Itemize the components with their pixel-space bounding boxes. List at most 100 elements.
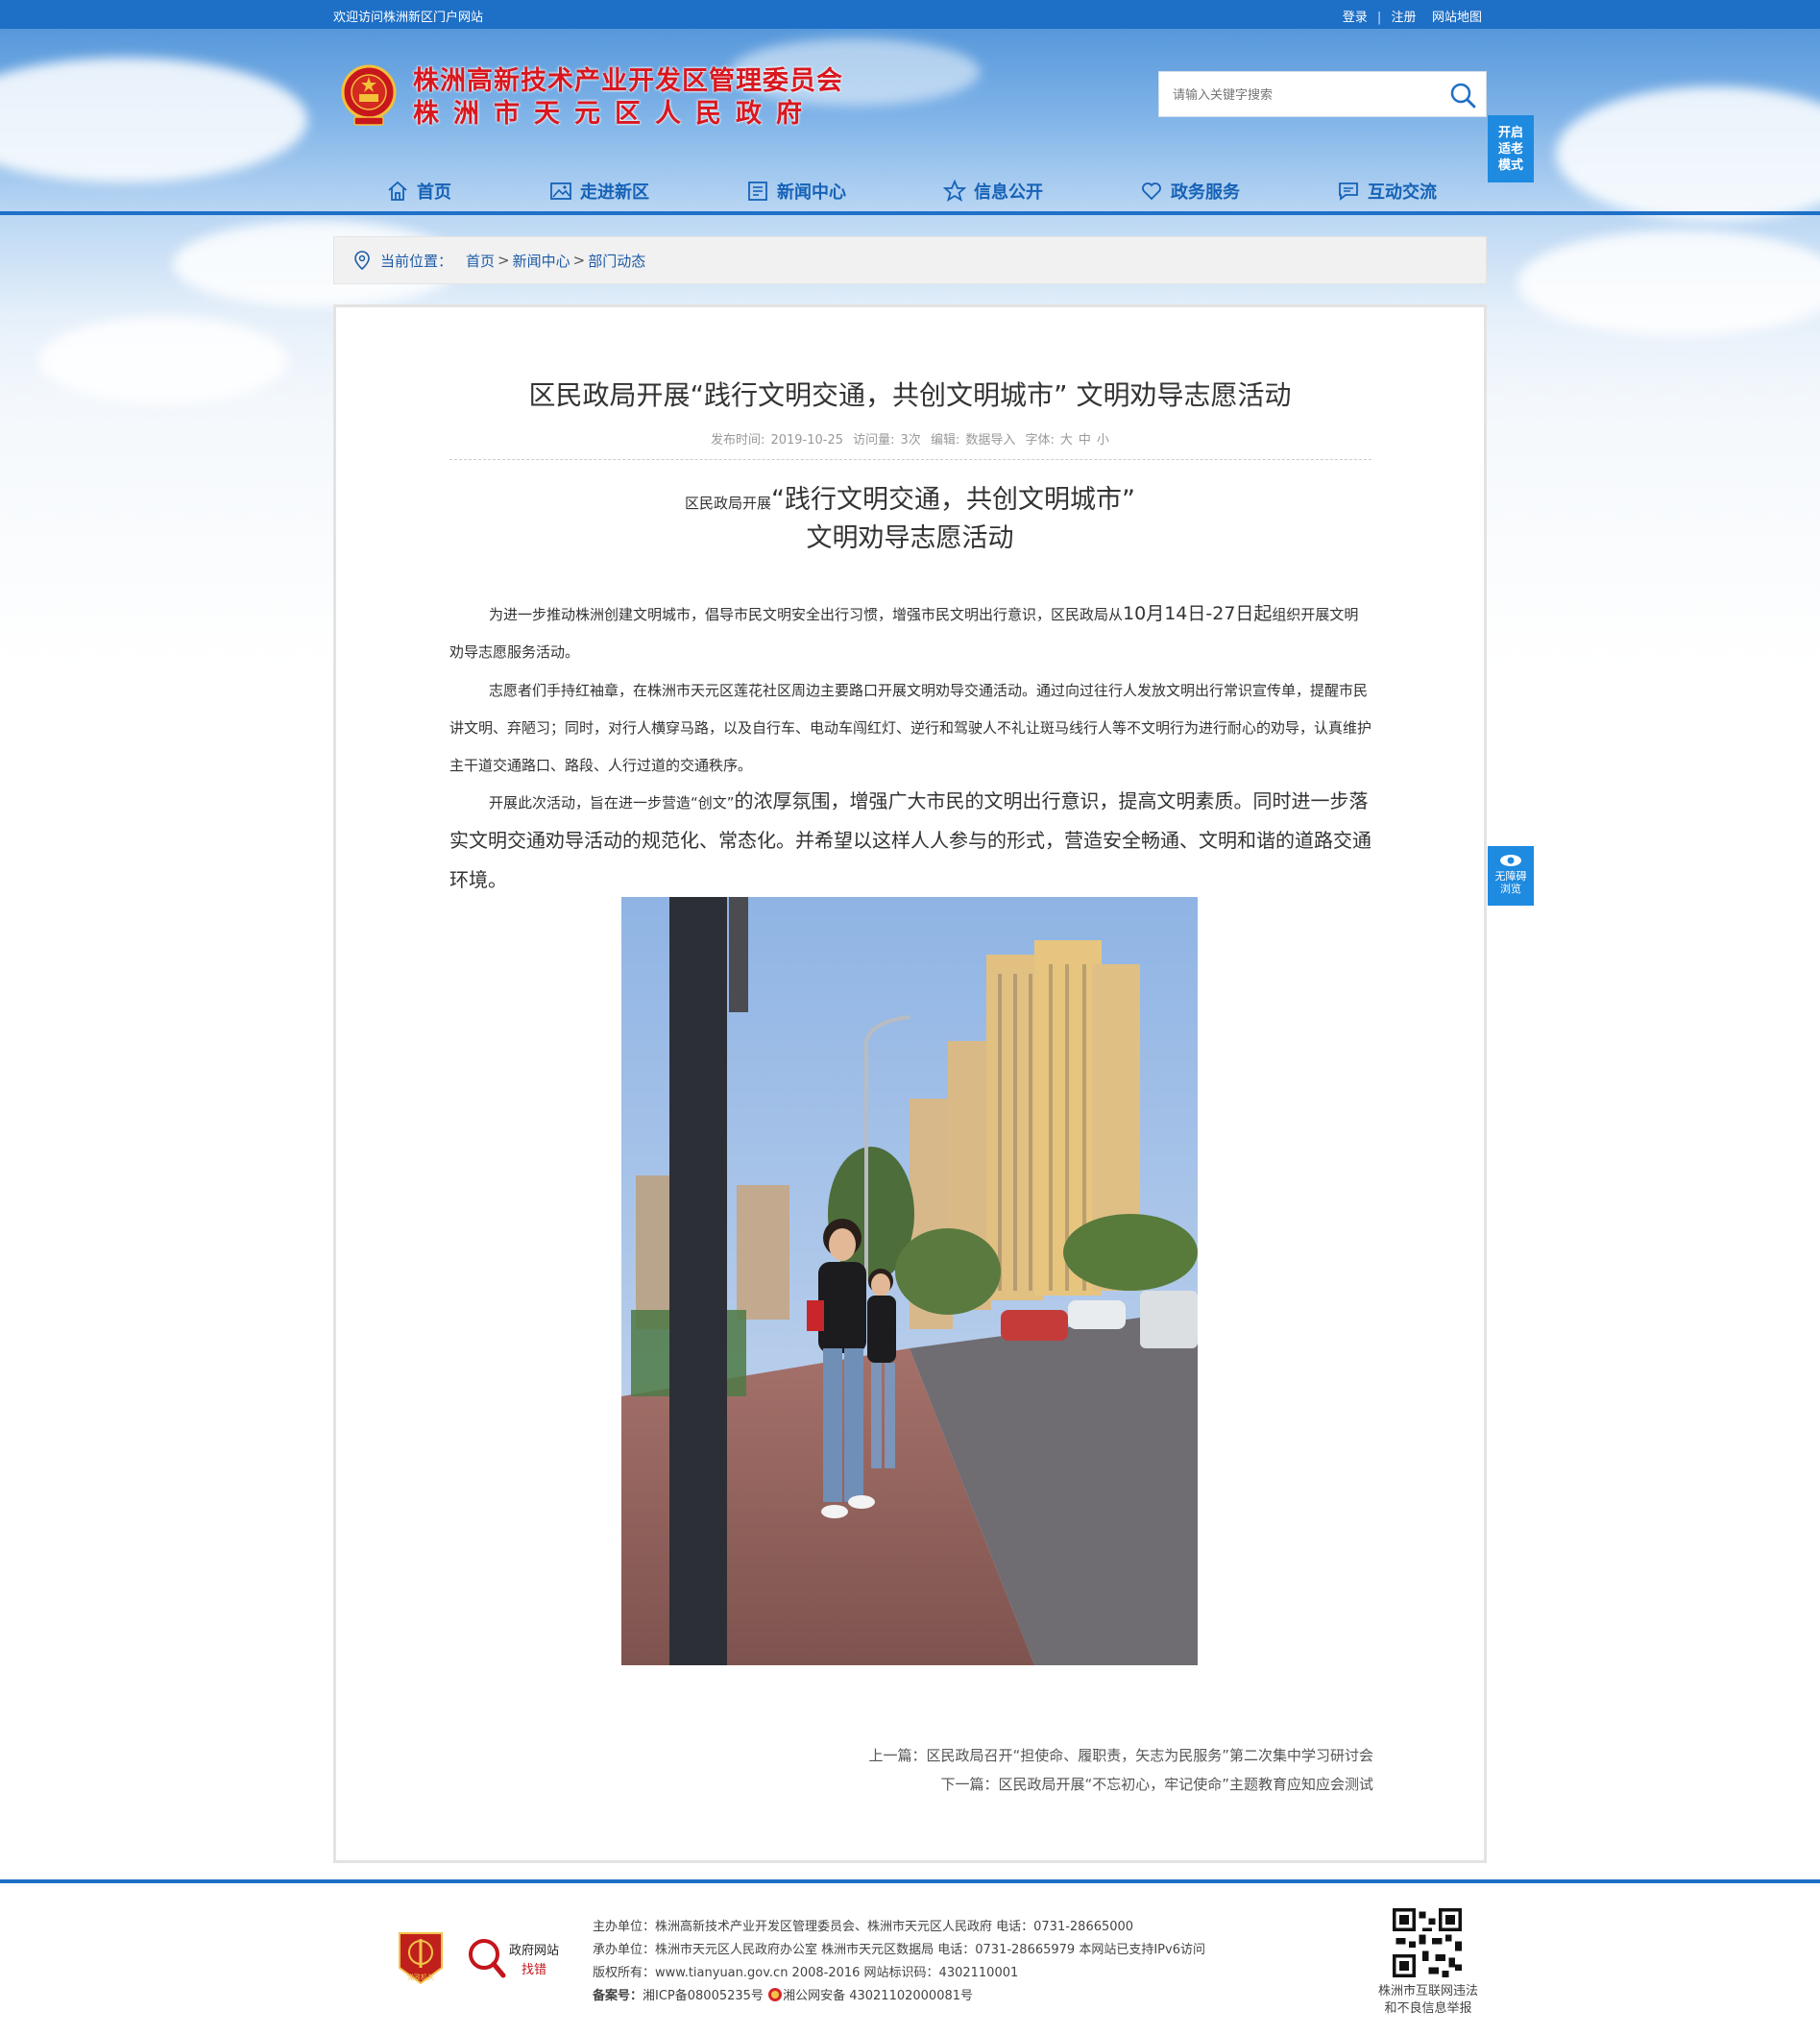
article-title: 区民政局开展“践行文明交通，共创文明城市” 文明劝导志愿活动 (528, 379, 1292, 411)
footer-info: 主办单位：株洲高新技术产业开发区管理委员会、株洲市天元区人民政府 电话：0731… (593, 1916, 1205, 2008)
breadcrumb-separator: > (572, 252, 586, 269)
footer-records: 备案号：湘ICP备08005235号 湘公网安备 43021102000081号 (593, 1985, 1205, 2008)
nav-item-news[interactable]: 新闻中心 (746, 173, 846, 209)
paragraph-text: 10月14日-27日起 (1123, 603, 1273, 624)
location-pin-icon (354, 251, 370, 270)
view-count: 3次 (900, 433, 921, 448)
qr-code-icon (1393, 1908, 1462, 1977)
picture-icon (550, 182, 571, 200)
police-badge-icon (768, 1988, 783, 2001)
icp-link[interactable]: 湘ICP备08005235号 (643, 1989, 764, 2003)
search-icon[interactable] (1447, 80, 1478, 110)
paragraph: 志愿者们手持红袖章，在株洲市天元区莲花社区周边主要路口开展文明劝导交通活动。通过… (449, 682, 1372, 774)
footer-organizer: 承办单位：株洲市天元区人民政府办公室 株洲市天元区数据局 电话：0731-286… (593, 1943, 1205, 1957)
elder-mode-text: 开启 (1497, 126, 1523, 140)
party-gov-badge-icon[interactable]: 党政机关 (396, 1929, 446, 1987)
site-title-line1: 株洲高新技术产业开发区管理委员会 (413, 66, 843, 96)
editor: 数据导入 (965, 433, 1016, 448)
welcome-text: 欢迎访问株洲新区门户网站 (333, 11, 484, 25)
font-size-small[interactable]: 小 (1097, 433, 1109, 448)
qr-caption-line: 株洲市互联网违法 (1377, 1984, 1478, 1999)
divider (449, 459, 1371, 460)
breadcrumb-home[interactable]: 首页 (466, 251, 495, 271)
date-label: 发布时间: (711, 433, 765, 448)
badge-text: 党政机关 (407, 1973, 434, 1981)
chat-icon (1339, 182, 1358, 201)
login-link[interactable]: 登录 (1343, 11, 1368, 25)
cloud-decoration (0, 58, 307, 182)
accessibility-text: 无障碍 (1494, 870, 1527, 883)
nav-label: 走进新区 (580, 182, 649, 203)
site-title[interactable]: 株洲高新技术产业开发区管理委员会 株洲市天元区人民政府 (413, 65, 843, 131)
prev-article-link[interactable]: 上一篇：区民政局召开“担使命、履职责，矢志为民服务”第二次集中学习研讨会 (868, 1745, 1373, 1765)
news-icon (748, 182, 767, 201)
qr-caption-line: 和不良信息举报 (1384, 2001, 1472, 2016)
footer-host: 主办单位：株洲高新技术产业开发区管理委员会、株洲市天元区人民政府 电话：0731… (593, 1920, 1134, 1934)
nav-label: 新闻中心 (777, 182, 846, 203)
elder-mode-button[interactable]: 开启 适老 模式 (1488, 115, 1534, 182)
cloud-decoration (1556, 86, 1820, 221)
article-meta: 发布时间: 2019-10-25 访问量: 3次 编辑: 数据导入 字体: 大中小 (336, 429, 1484, 448)
article-photo (621, 897, 1198, 1665)
nav-item-interact[interactable]: 互动交流 (1337, 173, 1437, 209)
next-article-link[interactable]: 下一篇：区民政局开展“不忘初心，牢记使命”主题教育应知应会测试 (940, 1774, 1373, 1794)
breadcrumb-dept[interactable]: 部门动态 (588, 251, 645, 271)
sitemap-link[interactable]: 网站地图 (1432, 11, 1482, 25)
views-label: 访问量: (853, 433, 895, 448)
publish-date: 2019-10-25 (770, 433, 843, 448)
subtitle-small: 区民政局开展 (685, 495, 772, 512)
subtitle-big: “践行文明交通，共创文明城市” (771, 485, 1135, 515)
record-label: 备案号： (593, 1989, 643, 2003)
home-icon (388, 181, 407, 201)
breadcrumb-label: 当前位置： (380, 252, 453, 270)
main-nav: 首页 走进新区 新闻中心 信息公开 政务服务 互动交流 (333, 173, 1486, 209)
register-link[interactable]: 注册 (1391, 11, 1416, 25)
font-size-large[interactable]: 大 (1060, 433, 1073, 448)
top-links: 登录 | 注册 网站地图 (1343, 7, 1482, 25)
qr-caption: 株洲市互联网违法 和不良信息举报 (1364, 1983, 1492, 2018)
nav-label: 信息公开 (974, 182, 1043, 203)
nav-underline (0, 211, 1820, 215)
accessibility-text: 浏览 (1500, 883, 1521, 895)
nav-label: 政务服务 (1171, 182, 1240, 203)
gov-site-error-icon[interactable]: 政府网站 找错 (467, 1933, 563, 1983)
elder-mode-text: 适老 (1497, 142, 1523, 157)
nav-item-services[interactable]: 政务服务 (1140, 173, 1240, 209)
paragraph-text: 开展此次活动，旨在进一步营造“创文” (489, 794, 735, 812)
paragraph: 开展此次活动，旨在进一步营造“创文”的浓厚氛围，增强广大市民的文明出行意识，提高… (449, 783, 1371, 901)
elder-mode-text: 模式 (1497, 158, 1523, 173)
article-panel: 区民政局开展“践行文明交通，共创文明城市” 文明劝导志愿活动 发布时间: 2019… (333, 304, 1487, 1863)
nav-label: 首页 (417, 182, 451, 203)
nav-item-info[interactable]: 信息公开 (943, 173, 1043, 209)
separator: | (1376, 11, 1382, 25)
footer-copyright: 版权所有：www.tianyuan.gov.cn 2008-2016 网站标识码… (593, 1966, 1019, 1980)
font-size-label: 字体: (1025, 433, 1055, 448)
footer: 党政机关 政府网站 找错 主办单位：株洲高新技术产业开发区管理委员会、株洲市天元… (0, 1883, 1820, 2035)
nav-item-about[interactable]: 走进新区 (549, 173, 649, 209)
badge-text: 找错 (522, 1963, 546, 1977)
police-record-link[interactable]: 湘公网安备 43021102000081号 (783, 1989, 973, 2003)
cloud-decoration (1517, 230, 1820, 336)
cloud-decoration (38, 317, 288, 403)
search-box (1158, 71, 1487, 117)
eye-icon (1500, 855, 1521, 866)
nav-item-home[interactable]: 首页 (386, 173, 451, 209)
national-emblem-icon[interactable] (341, 63, 397, 129)
article-subtitle: 区民政局开展“践行文明交通，共创文明城市” (336, 478, 1484, 516)
article-subtitle-line2: 文明劝导志愿活动 (806, 523, 1014, 553)
paragraph: 为进一步推动株洲创建文明城市，倡导市民文明安全出行习惯，增强市民文明出行意识，区… (449, 595, 1371, 671)
breadcrumb-news[interactable]: 新闻中心 (513, 251, 570, 271)
heart-icon (1142, 182, 1161, 201)
font-size-medium[interactable]: 中 (1079, 433, 1091, 448)
top-bar: 欢迎访问株洲新区门户网站 登录 | 注册 网站地图 (0, 0, 1820, 29)
breadcrumb: 当前位置： 首页 > 新闻中心 > 部门动态 (333, 236, 1487, 284)
site-title-line2: 株洲市天元区人民政府 (413, 99, 816, 129)
nav-label: 互动交流 (1368, 182, 1437, 203)
editor-label: 编辑: (930, 433, 960, 448)
paragraph-text: 为进一步推动株洲创建文明城市，倡导市民文明安全出行习惯，增强市民文明出行意识，区… (489, 606, 1124, 623)
badge-text: 政府网站 (509, 1944, 559, 1958)
search-input[interactable] (1173, 84, 1432, 107)
breadcrumb-separator: > (497, 252, 510, 269)
star-icon (943, 180, 966, 202)
accessibility-button[interactable]: 无障碍 浏览 (1488, 846, 1534, 906)
